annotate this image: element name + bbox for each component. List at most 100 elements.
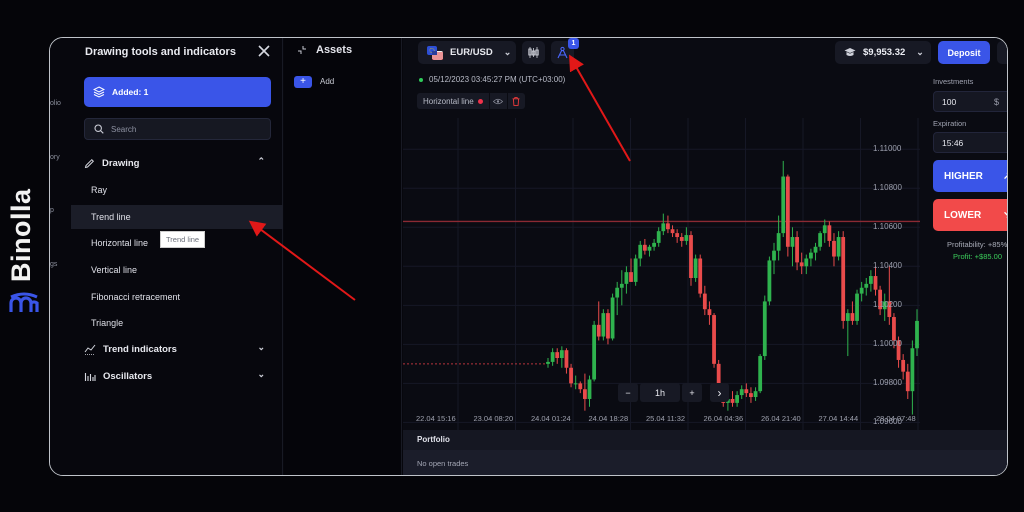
added-count-label: Added: 1 — [112, 87, 149, 97]
currency-symbol: $ — [994, 96, 1000, 107]
candle-body — [652, 242, 656, 247]
assets-title: Assets — [316, 44, 353, 56]
nav-item-settings[interactable]: gs — [50, 261, 57, 268]
side-nav: olio ory p gs — [50, 38, 71, 475]
candle-body — [569, 367, 573, 384]
candle-body — [670, 229, 675, 234]
expiration-input[interactable]: 15:46 — [933, 132, 1007, 153]
section-oscillators[interactable]: Oscillators ⌄ — [84, 365, 271, 387]
time-tick-label: 24.04 18:28 — [588, 414, 629, 423]
nav-item-help[interactable]: p — [50, 207, 54, 214]
zoom-out-button[interactable]: − — [618, 383, 638, 402]
candle-body — [578, 383, 583, 390]
time-tick-label: 28.04 07:48 — [876, 414, 916, 423]
price-tick-label: 1.10400 — [873, 261, 902, 271]
deposit-button[interactable]: Deposit — [938, 41, 990, 64]
candle-body — [799, 262, 804, 267]
candle-body — [698, 258, 703, 294]
candle-body — [679, 237, 684, 241]
portfolio-title[interactable]: Portfolio — [417, 435, 450, 444]
graduation-cap-icon — [844, 48, 856, 56]
chevron-up-icon: ⌃ — [257, 156, 265, 166]
search-icon — [94, 124, 104, 134]
drawing-object-tag: Horizontal line — [417, 93, 525, 109]
time-tick-label: 27.04 14:44 — [818, 414, 859, 423]
menu-button[interactable] — [997, 41, 1007, 64]
candle-body — [841, 237, 846, 321]
candle-body — [827, 225, 832, 241]
candle-body — [702, 293, 707, 310]
indicators-button[interactable] — [522, 41, 545, 64]
search-field[interactable] — [84, 118, 271, 140]
candle-body — [546, 361, 550, 364]
time-tick-label: 24.04 01:24 — [531, 414, 571, 423]
zoom-in-button[interactable]: + — [682, 383, 702, 402]
trash-icon — [512, 96, 520, 106]
tool-trend-line[interactable]: Trend line — [71, 205, 283, 229]
candle-body — [813, 246, 818, 253]
drawing-object-label[interactable]: Horizontal line — [417, 93, 489, 109]
trading-area: EUR/USD ⌄ 1 $9,953.32 ⌄ Deposit 05/12/20… — [403, 38, 1007, 475]
empty-state-text: No open trades — [417, 459, 469, 468]
datetime-text: 05/12/2023 03:45:27 PM (UTC+03:00) — [429, 75, 566, 84]
nav-item-portfolio[interactable]: olio — [50, 100, 61, 107]
candle-body — [624, 272, 629, 284]
scroll-right-button[interactable]: › — [710, 383, 729, 402]
candle-body — [785, 176, 790, 247]
lower-button[interactable]: LOWER ↘ — [933, 199, 1007, 231]
tool-vertical-line[interactable]: Vertical line — [71, 258, 283, 282]
section-drawing[interactable]: Drawing ⌃ — [84, 152, 271, 174]
portfolio-panel: Portfolio No open trades — [403, 430, 1007, 475]
higher-label: HIGHER — [944, 170, 983, 182]
tooltip: Trend line — [160, 231, 206, 248]
app-window: olio ory p gs Drawing tools and indicato… — [49, 37, 1008, 476]
portfolio-list: No open trades — [403, 450, 1007, 475]
expiration-value: 15:46 — [942, 137, 964, 148]
delete-drawing-button[interactable] — [507, 93, 525, 109]
candle-body — [601, 313, 606, 337]
section-trend-indicators[interactable]: Trend indicators ⌄ — [84, 338, 271, 360]
section-label: Drawing — [102, 157, 140, 169]
candle-body — [749, 393, 753, 398]
asset-selector[interactable]: EUR/USD ⌄ — [418, 41, 516, 64]
candle-body — [642, 244, 647, 251]
candle-body — [832, 240, 836, 257]
arrow-up-icon: ↗ — [1003, 171, 1007, 182]
drawing-tools-panel: Drawing tools and indicators Added: 1 Dr… — [71, 38, 283, 475]
expiration-label: Expiration — [933, 119, 967, 128]
nav-item-history[interactable]: ory — [50, 154, 60, 161]
candle-body — [559, 350, 564, 358]
panel-title: Drawing tools and indicators — [85, 46, 236, 58]
candle-body — [836, 237, 841, 257]
server-time: 05/12/2023 03:45:27 PM (UTC+03:00) — [419, 75, 565, 84]
candle-body — [804, 258, 809, 267]
add-asset-label: Add — [320, 77, 335, 86]
candle-body — [661, 223, 666, 232]
color-dot[interactable] — [477, 98, 483, 104]
search-input[interactable] — [111, 124, 261, 134]
higher-button[interactable]: HIGHER ↗ — [933, 160, 1007, 192]
investment-value: 100 — [942, 96, 957, 107]
candle-body — [781, 176, 786, 234]
chevron-down-icon: ⌄ — [503, 47, 512, 57]
close-icon[interactable] — [257, 44, 271, 58]
chevron-down-icon: ⌄ — [257, 369, 265, 379]
candle-body — [822, 225, 827, 234]
collapse-icon[interactable] — [297, 45, 307, 55]
added-drawings-button[interactable]: Added: 1 — [84, 77, 271, 107]
tool-fibonacci-retracement[interactable]: Fibonacci retracement — [71, 285, 283, 309]
price-axis: 1.11000 1.10800 1.10600 1.10400 1.10200 1.100… — [873, 38, 933, 438]
candle-body — [864, 283, 869, 288]
add-asset-button[interactable]: + — [294, 76, 312, 88]
tool-ray[interactable]: Ray — [71, 178, 283, 202]
investment-input[interactable]: 100 $ — [933, 91, 1007, 112]
drawing-object-name: Horizontal line — [423, 96, 474, 106]
candle-body — [592, 324, 597, 380]
timeframe-selector[interactable]: 1h — [640, 383, 680, 402]
candle-body — [619, 283, 624, 288]
price-tick-label: 1.11000 — [873, 144, 902, 154]
tool-triangle[interactable]: Triangle — [71, 311, 283, 335]
candle-body — [855, 293, 859, 321]
visibility-toggle[interactable] — [489, 93, 507, 109]
candle-body — [689, 235, 693, 278]
